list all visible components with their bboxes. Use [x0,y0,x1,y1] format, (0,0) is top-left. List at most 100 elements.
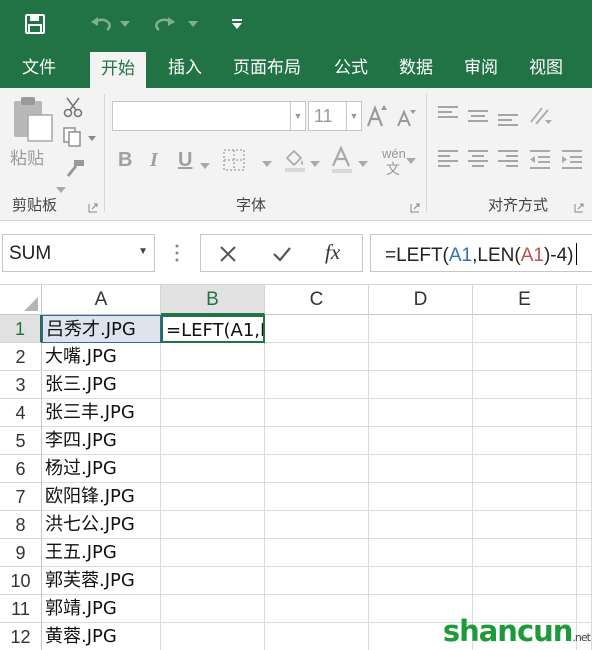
copy-icon[interactable] [62,126,98,148]
tab-view[interactable]: 视图 [529,48,563,88]
cut-icon[interactable] [62,96,84,118]
borders-dropdown-icon[interactable] [262,154,274,167]
cell-f[interactable] [577,315,592,343]
cell-d[interactable] [369,483,473,511]
cell-e[interactable] [473,343,577,371]
tab-home[interactable]: 开始 [90,52,146,88]
tab-data[interactable]: 数据 [399,48,433,88]
cell-a[interactable]: 欧阳锋.JPG [42,483,161,511]
cell-e[interactable] [473,371,577,399]
row-header[interactable]: 4 [0,399,42,427]
row-header[interactable]: 2 [0,343,42,371]
font-name-dropdown-icon[interactable]: ▼ [290,102,305,130]
name-box[interactable]: SUM ▼ [2,234,155,272]
phonetic-guide-icon[interactable]: wén 文 [382,146,418,178]
cell-b[interactable] [161,511,265,539]
cell-d[interactable] [369,399,473,427]
bold-button[interactable]: B [118,148,132,172]
cell-e[interactable] [473,399,577,427]
cell-b[interactable] [161,371,265,399]
alignment-launcher-icon[interactable] [574,200,586,213]
cell-e[interactable] [473,483,577,511]
cell-c[interactable] [265,511,369,539]
align-center-icon[interactable] [468,150,488,170]
fill-color-icon[interactable] [282,146,308,174]
column-header-a[interactable]: A [42,285,161,315]
cell-b[interactable] [161,399,265,427]
cell-c[interactable] [265,455,369,483]
redo-dropdown-icon[interactable] [186,10,200,38]
row-header[interactable]: 11 [0,595,42,623]
font-color-dropdown-icon[interactable] [358,154,370,167]
row-header[interactable]: 8 [0,511,42,539]
italic-button[interactable]: I [150,148,158,172]
row-header[interactable]: 3 [0,371,42,399]
name-box-dropdown-icon[interactable]: ▼ [138,246,148,257]
column-header-d[interactable]: D [369,285,473,315]
paste-button[interactable]: 粘贴 [10,144,44,169]
align-middle-icon[interactable] [468,110,488,125]
cell-b[interactable] [161,343,265,371]
orientation-icon[interactable] [528,104,554,128]
cell-e[interactable] [473,539,577,567]
customize-toolbar-icon[interactable] [228,10,246,38]
cell-d[interactable] [369,427,473,455]
cell-c[interactable] [265,427,369,455]
formula-input[interactable]: =LEFT(A1,LEN(A1)-4) [370,234,592,272]
cell-d[interactable] [369,455,473,483]
cell-d[interactable] [369,343,473,371]
cell-b[interactable] [161,567,265,595]
font-color-icon[interactable] [330,145,354,174]
row-header[interactable]: 7 [0,483,42,511]
cell-a[interactable]: 张三丰.JPG [42,399,161,427]
cell-c[interactable] [265,371,369,399]
insert-function-button[interactable]: fx [325,240,340,265]
cell-f[interactable] [577,455,592,483]
enter-icon[interactable] [271,243,293,265]
cell-b[interactable] [161,483,265,511]
cell-b[interactable] [161,623,265,650]
cell-e[interactable] [473,427,577,455]
align-right-icon[interactable] [498,150,518,170]
borders-icon[interactable] [222,146,250,174]
row-header[interactable]: 12 [0,623,42,650]
cell-f[interactable] [577,343,592,371]
increase-font-size-icon[interactable] [366,104,388,128]
cell-e[interactable] [473,315,577,343]
font-size-select[interactable]: 11 ▼ [308,101,362,131]
cell-f[interactable] [577,427,592,455]
cell-d[interactable] [369,567,473,595]
cell-a[interactable]: 郭靖.JPG [42,595,161,623]
clipboard-launcher-icon[interactable] [88,200,100,213]
cell-c[interactable] [265,399,369,427]
cell-c[interactable] [265,567,369,595]
font-name-select[interactable]: ▼ [112,101,306,131]
cell-d[interactable] [369,315,473,343]
tab-insert[interactable]: 插入 [168,48,202,88]
row-header[interactable]: 5 [0,427,42,455]
select-all-button[interactable] [0,285,42,315]
cell-a[interactable]: 李四.JPG [42,427,161,455]
decrease-font-size-icon[interactable] [396,108,418,128]
cell-b[interactable] [161,595,265,623]
font-size-dropdown-icon[interactable]: ▼ [346,102,361,130]
cell-c[interactable] [265,315,369,343]
row-header[interactable]: 6 [0,455,42,483]
cell-d[interactable] [369,539,473,567]
align-left-icon[interactable] [438,150,458,170]
underline-dropdown-icon[interactable] [200,156,212,169]
cell-e[interactable] [473,511,577,539]
undo-dropdown-icon[interactable] [118,10,132,38]
cell-a[interactable]: 杨过.JPG [42,455,161,483]
tab-page-layout[interactable]: 页面布局 [233,48,301,88]
align-bottom-icon[interactable] [498,114,518,129]
cell-a[interactable]: 吕秀才.JPG [42,315,161,343]
redo-icon[interactable] [150,10,180,38]
cell-b[interactable] [161,455,265,483]
increase-indent-icon[interactable] [560,148,584,172]
row-header[interactable]: 9 [0,539,42,567]
cell-c[interactable] [265,623,369,650]
cell-a[interactable]: 张三.JPG [42,371,161,399]
cell-c[interactable] [265,595,369,623]
cell-f[interactable] [577,511,592,539]
